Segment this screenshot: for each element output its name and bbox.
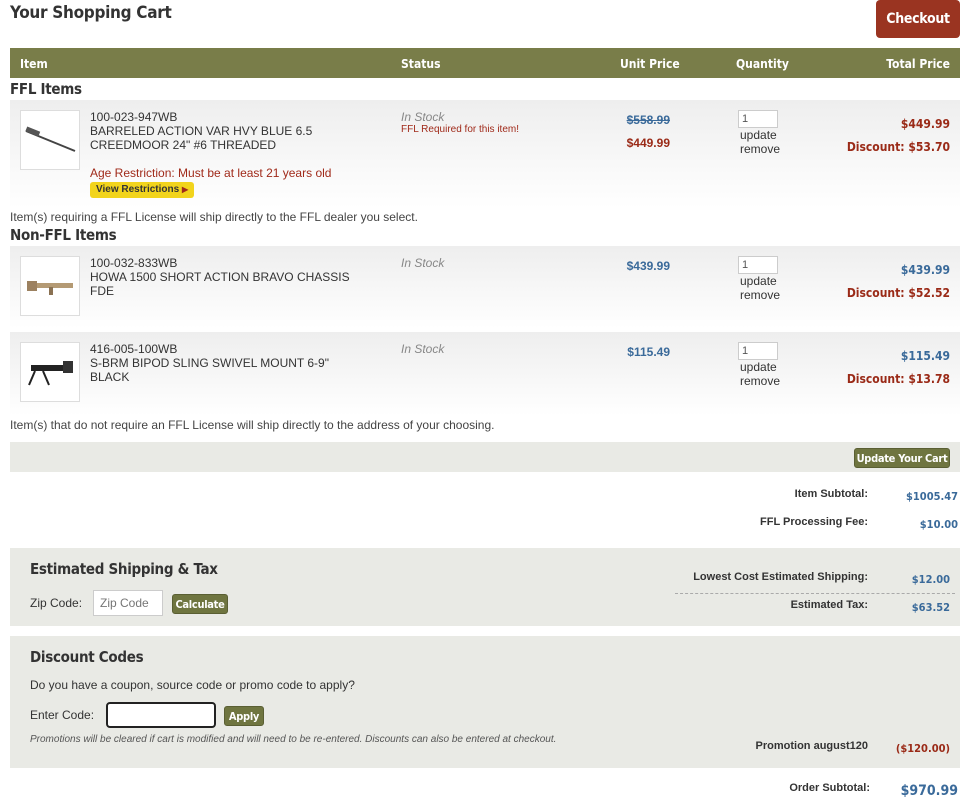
quantity-input[interactable]: 1 xyxy=(738,342,778,360)
item-subtotal-value: $1005.47 xyxy=(906,490,958,503)
promotion-value: ($120.00) xyxy=(895,742,950,755)
tax-label: Estimated Tax: xyxy=(790,599,868,611)
total-price: $115.49 xyxy=(900,349,950,363)
ffl-fee-value: $10.00 xyxy=(919,518,958,531)
item-subtotal-label: Item Subtotal: xyxy=(794,488,868,500)
unit-price: $115.49 xyxy=(627,345,670,359)
item-status: In Stock xyxy=(401,342,445,356)
shipping-estimate-label: Lowest Cost Estimated Shipping: xyxy=(693,571,868,583)
discount-amount: Discount: $52.52 xyxy=(846,286,950,300)
checkout-button[interactable]: Checkout xyxy=(876,0,960,38)
item-name[interactable]: HOWA 1500 SHORT ACTION BRAVO CHASSIS FDE xyxy=(90,270,350,298)
order-subtotal-label: Order Subtotal: xyxy=(789,782,870,794)
ffl-shipping-note: Item(s) requiring a FFL License will shi… xyxy=(10,210,418,224)
caret-right-icon: ▶ xyxy=(181,185,189,194)
cart-row: 100-032-833WB HOWA 1500 SHORT ACTION BRA… xyxy=(10,246,960,328)
promotion-disclaimer: Promotions will be cleared if cart is mo… xyxy=(30,734,557,745)
discount-code-input[interactable] xyxy=(106,702,216,728)
ffl-required-note: FFL Required for this item! xyxy=(401,124,520,135)
item-sku: 100-032-833WB xyxy=(90,256,178,270)
discount-question: Do you have a coupon, source code or pro… xyxy=(30,678,355,692)
cart-table-header: Item Status Unit Price Quantity Total Pr… xyxy=(10,48,960,78)
ffl-section-title: FFL Items xyxy=(10,80,82,98)
promotion-label: Promotion august120 xyxy=(755,740,868,752)
item-status: In Stock xyxy=(401,256,445,270)
shipping-estimate-value: $12.00 xyxy=(911,573,950,586)
update-link[interactable]: update xyxy=(740,360,780,374)
view-restrictions-label: View Restrictions xyxy=(96,184,180,195)
update-cart-button[interactable]: Update Your Cart xyxy=(854,448,950,468)
code-label: Enter Code: xyxy=(30,708,95,722)
age-restriction-text: Age Restriction: Must be at least 21 yea… xyxy=(90,166,332,180)
rifle-barreled-action-icon[interactable] xyxy=(20,110,80,170)
col-unit-price: Unit Price xyxy=(620,57,680,71)
item-actions: update remove xyxy=(740,128,780,156)
calculate-button[interactable]: Calculate xyxy=(172,594,228,614)
divider xyxy=(675,593,955,594)
discount-panel: Discount Codes Do you have a coupon, sou… xyxy=(10,636,960,768)
remove-link[interactable]: remove xyxy=(740,374,780,388)
total-price: $449.99 xyxy=(900,117,950,131)
discount-amount: Discount: $53.70 xyxy=(846,140,950,154)
zip-label: Zip Code: xyxy=(30,596,83,610)
update-cart-bar: Update Your Cart xyxy=(10,442,960,472)
item-sku: 416-005-100WB xyxy=(90,342,178,356)
original-price: $558.99 xyxy=(626,113,670,127)
view-restrictions-button[interactable]: View Restrictions ▶ xyxy=(90,182,195,198)
order-subtotal-value: $970.99 xyxy=(900,783,958,799)
bipod-icon[interactable] xyxy=(20,342,80,402)
nonffl-section-title: Non-FFL Items xyxy=(10,226,117,244)
cart-row: 416-005-100WB S-BRM BIPOD SLING SWIVEL M… xyxy=(10,332,960,416)
quantity-input[interactable]: 1 xyxy=(738,110,778,128)
col-item: Item xyxy=(20,57,48,71)
item-name[interactable]: S-BRM BIPOD SLING SWIVEL MOUNT 6-9" BLAC… xyxy=(90,356,350,384)
nonffl-shipping-note: Item(s) that do not require an FFL Licen… xyxy=(10,418,495,432)
shipping-panel: Estimated Shipping & Tax Zip Code: Calcu… xyxy=(10,548,960,626)
update-link[interactable]: update xyxy=(740,128,780,142)
tax-value: $63.52 xyxy=(911,601,950,614)
item-actions: update remove xyxy=(740,274,780,302)
ffl-fee-label: FFL Processing Fee: xyxy=(760,516,868,528)
page-title: Your Shopping Cart xyxy=(10,3,172,23)
shipping-title: Estimated Shipping & Tax xyxy=(30,560,218,578)
rifle-chassis-icon[interactable] xyxy=(20,256,80,316)
remove-link[interactable]: remove xyxy=(740,288,780,302)
total-price: $439.99 xyxy=(900,263,950,277)
update-link[interactable]: update xyxy=(740,274,780,288)
col-quantity: Quantity xyxy=(736,57,789,71)
apply-button[interactable]: Apply xyxy=(224,706,264,726)
quantity-input[interactable]: 1 xyxy=(738,256,778,274)
discount-amount: Discount: $13.78 xyxy=(846,372,950,386)
unit-price: $449.99 xyxy=(626,136,670,150)
item-name[interactable]: BARRELED ACTION VAR HVY BLUE 6.5 CREEDMO… xyxy=(90,124,350,152)
col-status: Status xyxy=(401,57,441,71)
zip-code-input[interactable] xyxy=(93,590,163,616)
item-sku: 100-023-947WB xyxy=(90,110,178,124)
remove-link[interactable]: remove xyxy=(740,142,780,156)
cart-row: 100-023-947WB BARRELED ACTION VAR HVY BL… xyxy=(10,100,960,208)
unit-price: $439.99 xyxy=(626,259,670,273)
item-status: In Stock xyxy=(401,110,445,124)
item-actions: update remove xyxy=(740,360,780,388)
discount-title: Discount Codes xyxy=(30,648,144,666)
col-total-price: Total Price xyxy=(886,57,950,71)
